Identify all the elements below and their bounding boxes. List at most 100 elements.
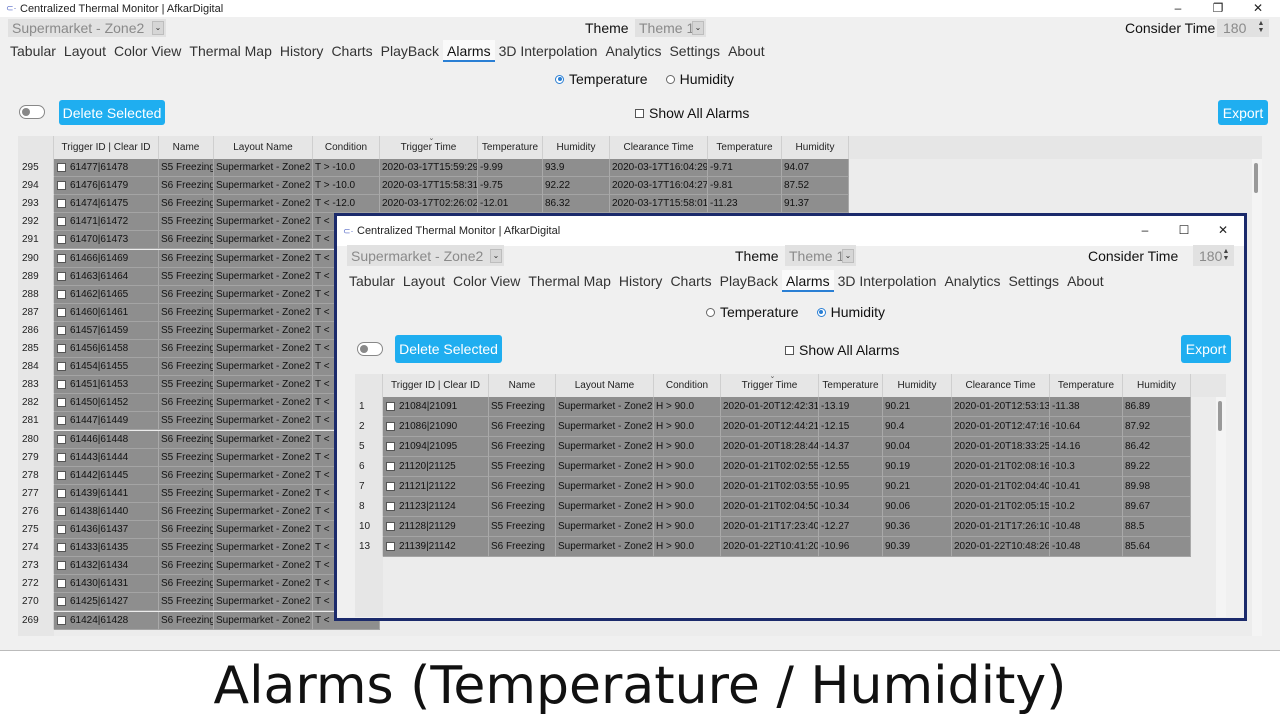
export-button[interactable]: Export — [1218, 100, 1268, 125]
row-checkbox-icon[interactable] — [57, 380, 66, 390]
radio-humidity[interactable]: Humidity — [665, 71, 734, 87]
main-tab-analytics[interactable]: Analytics — [601, 40, 665, 62]
row-checkbox-icon[interactable] — [57, 362, 66, 372]
table-row[interactable]: 7 21121|21122 S6 Freezing Supermarket - Zon… — [355, 477, 1191, 497]
table-row[interactable]: 293 61474|61475 S6 Freezing Supermarket - Z… — [18, 195, 849, 214]
table-row[interactable]: 6 21120|21125 S5 Freezing Supermarket - Zon… — [355, 457, 1191, 477]
table-row[interactable]: 282 61450|61452 S6 Freezing Supermarket - Z… — [18, 394, 380, 413]
table-row[interactable]: 287 61460|61461 S6 Freezing Supermarket - Z… — [18, 303, 380, 322]
row-checkbox-icon[interactable] — [57, 416, 66, 426]
row-checkbox-icon[interactable] — [57, 325, 66, 335]
column-header[interactable]: Trigger Time ⌄ — [380, 136, 478, 159]
table-row[interactable]: 5 21094|21095 S6 Freezing Supermarket - Zon… — [355, 437, 1191, 457]
row-checkbox-icon[interactable] — [57, 525, 66, 535]
table-row[interactable]: 275 61436|61437 S6 Freezing Supermarket - Z… — [18, 521, 380, 540]
column-header[interactable]: Clearance Time — [610, 136, 708, 159]
table-row[interactable]: 8 21123|21124 S6 Freezing Supermarket - Zon… — [355, 497, 1191, 517]
table-row[interactable]: 290 61466|61469 S6 Freezing Supermarket - Z… — [18, 249, 380, 268]
dialog-tab-charts[interactable]: Charts — [666, 270, 715, 292]
table-row[interactable]: 286 61457|61459 S5 Freezing Supermarket - Z… — [18, 321, 380, 340]
main-tab-charts[interactable]: Charts — [327, 40, 376, 62]
row-checkbox-icon[interactable] — [57, 181, 66, 191]
table-row[interactable]: 295 61477|61478 S5 Freezing Supermarket - Z… — [18, 159, 849, 178]
table-row[interactable]: 269 61424|61428 S6 Freezing Supermarket - Z… — [18, 611, 380, 630]
radio-temperature[interactable]: Temperature — [706, 304, 799, 320]
row-checkbox-icon[interactable] — [57, 615, 66, 625]
table-row[interactable]: 284 61454|61455 S6 Freezing Supermarket - Z… — [18, 358, 380, 377]
export-button[interactable]: Export — [1181, 335, 1231, 363]
dialog-tab-tabular[interactable]: Tabular — [345, 270, 399, 292]
row-checkbox-icon[interactable] — [57, 543, 66, 553]
table-row[interactable]: 276 61438|61440 S6 Freezing Supermarket - Z… — [18, 502, 380, 521]
table-scrollbar[interactable] — [1252, 159, 1262, 636]
theme-select[interactable]: Theme 1 ⌄ — [785, 245, 856, 266]
row-checkbox-icon[interactable] — [57, 561, 66, 571]
row-checkbox-icon[interactable] — [57, 579, 66, 589]
row-checkbox-icon[interactable] — [57, 398, 66, 408]
column-header[interactable]: Temperature — [478, 136, 543, 159]
table-row[interactable]: 292 61471|61472 S5 Freezing Supermarket - Z… — [18, 213, 380, 232]
table-row[interactable]: 289 61463|61464 S5 Freezing Supermarket - Z… — [18, 267, 380, 286]
main-tab-tabular[interactable]: Tabular — [6, 40, 60, 62]
close-icon[interactable]: ✕ — [1240, 0, 1276, 17]
column-header[interactable]: Clearance Time — [952, 374, 1050, 397]
column-header[interactable]: Temperature — [1050, 374, 1123, 397]
table-row[interactable]: 285 61456|61458 S6 Freezing Supermarket - Z… — [18, 340, 380, 359]
minimize-icon[interactable]: – — [1160, 0, 1196, 17]
consider-time-spinbox[interactable]: 180 ▲ ▼ — [1217, 19, 1269, 37]
table-row[interactable]: 272 61430|61431 S6 Freezing Supermarket - Z… — [18, 575, 380, 594]
row-checkbox-icon[interactable] — [386, 442, 395, 451]
zone-select[interactable]: Supermarket - Zone2 ⌄ — [8, 19, 166, 37]
column-header[interactable]: Name — [159, 136, 214, 159]
main-tab-history[interactable]: History — [276, 40, 328, 62]
row-checkbox-icon[interactable] — [57, 344, 66, 354]
table-row[interactable]: 279 61443|61444 S5 Freezing Supermarket - Z… — [18, 448, 380, 467]
column-header[interactable]: Trigger Time ⌄ — [721, 374, 819, 397]
row-checkbox-icon[interactable] — [57, 597, 66, 607]
table-row[interactable]: 283 61451|61453 S5 Freezing Supermarket - Z… — [18, 376, 380, 395]
table-row[interactable]: 280 61446|61448 S6 Freezing Supermarket - Z… — [18, 430, 380, 449]
row-checkbox-icon[interactable] — [386, 482, 395, 491]
column-header[interactable]: Layout Name — [214, 136, 313, 159]
radio-temperature[interactable]: Temperature — [555, 71, 648, 87]
delete-selected-button[interactable]: Delete Selected — [395, 335, 502, 363]
table-row[interactable]: 13 21139|21142 S6 Freezing Supermarket - Zo… — [355, 537, 1191, 557]
alarm-toggle-switch[interactable] — [19, 105, 45, 119]
zone-select[interactable]: Supermarket - Zone2 ⌄ — [347, 245, 504, 266]
table-row[interactable]: 278 61442|61445 S6 Freezing Supermarket - Z… — [18, 466, 380, 485]
show-all-alarms-checkbox[interactable]: Show All Alarms — [785, 342, 899, 358]
column-header[interactable]: Trigger ID | Clear ID — [383, 374, 489, 397]
row-checkbox-icon[interactable] — [57, 163, 66, 173]
row-checkbox-icon[interactable] — [386, 462, 395, 471]
row-checkbox-icon[interactable] — [57, 235, 66, 245]
dialog-tab-settings[interactable]: Settings — [1004, 270, 1063, 292]
row-checkbox-icon[interactable] — [57, 470, 66, 480]
dialog-tab-layout[interactable]: Layout — [399, 270, 449, 292]
column-header[interactable]: Humidity — [1123, 374, 1191, 397]
column-header[interactable]: Condition — [654, 374, 721, 397]
column-header[interactable]: Temperature — [708, 136, 782, 159]
row-checkbox-icon[interactable] — [57, 289, 66, 299]
row-checkbox-icon[interactable] — [386, 542, 395, 551]
delete-selected-button[interactable]: Delete Selected — [59, 100, 165, 125]
table-row[interactable]: 10 21128|21129 S5 Freezing Supermarket - Zo… — [355, 517, 1191, 537]
main-tab-3d-interpolation[interactable]: 3D Interpolation — [495, 40, 602, 62]
alarm-toggle-switch[interactable] — [357, 342, 383, 356]
dialog-tab-playback[interactable]: PlayBack — [716, 270, 782, 292]
dialog-tab-color-view[interactable]: Color View — [449, 270, 524, 292]
main-tab-layout[interactable]: Layout — [60, 40, 110, 62]
table-row[interactable]: 273 61432|61434 S6 Freezing Supermarket - Z… — [18, 557, 380, 576]
main-tab-settings[interactable]: Settings — [665, 40, 724, 62]
minimize-icon[interactable]: – — [1127, 222, 1163, 239]
consider-time-spinbox[interactable]: 180 ▲ ▼ — [1193, 245, 1234, 266]
main-tab-thermal-map[interactable]: Thermal Map — [185, 40, 275, 62]
show-all-alarms-checkbox[interactable]: Show All Alarms — [635, 105, 749, 121]
table-row[interactable]: 1 21084|21091 S5 Freezing Supermarket - Zon… — [355, 397, 1191, 417]
row-checkbox-icon[interactable] — [57, 434, 66, 444]
dialog-tab-analytics[interactable]: Analytics — [940, 270, 1004, 292]
dialog-tab-history[interactable]: History — [615, 270, 667, 292]
row-checkbox-icon[interactable] — [57, 271, 66, 281]
close-icon[interactable]: ✕ — [1205, 222, 1241, 239]
row-checkbox-icon[interactable] — [386, 502, 395, 511]
table-row[interactable]: 274 61433|61435 S5 Freezing Supermarket - Z… — [18, 539, 380, 558]
